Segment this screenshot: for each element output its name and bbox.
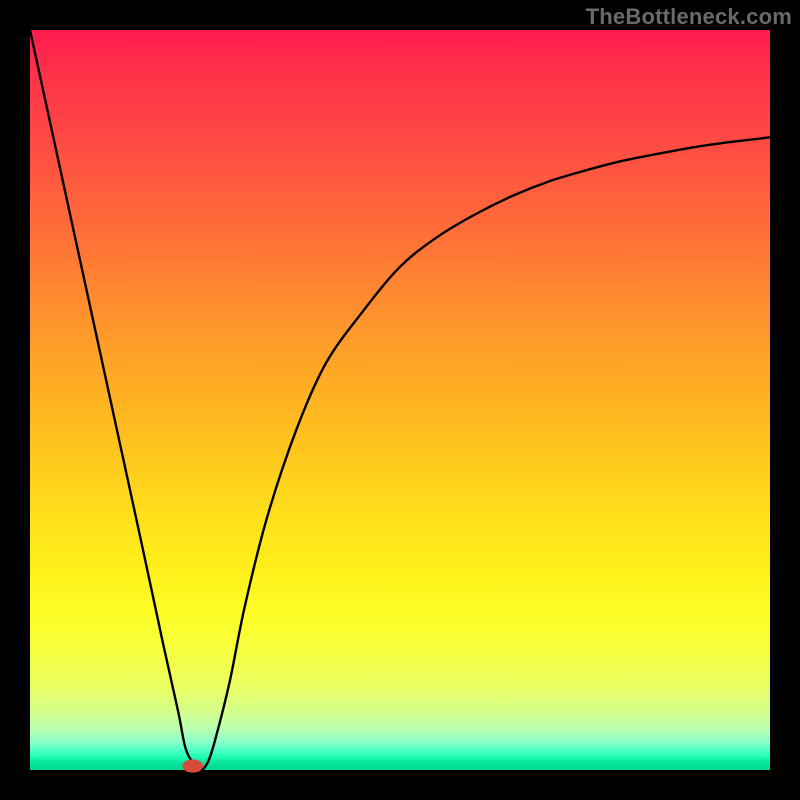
watermark: TheBottleneck.com [586,4,792,30]
curve-layer [30,30,770,770]
bottleneck-curve [30,30,770,770]
chart-frame: TheBottleneck.com [0,0,800,800]
min-marker [182,759,203,772]
plot-area [30,30,770,770]
